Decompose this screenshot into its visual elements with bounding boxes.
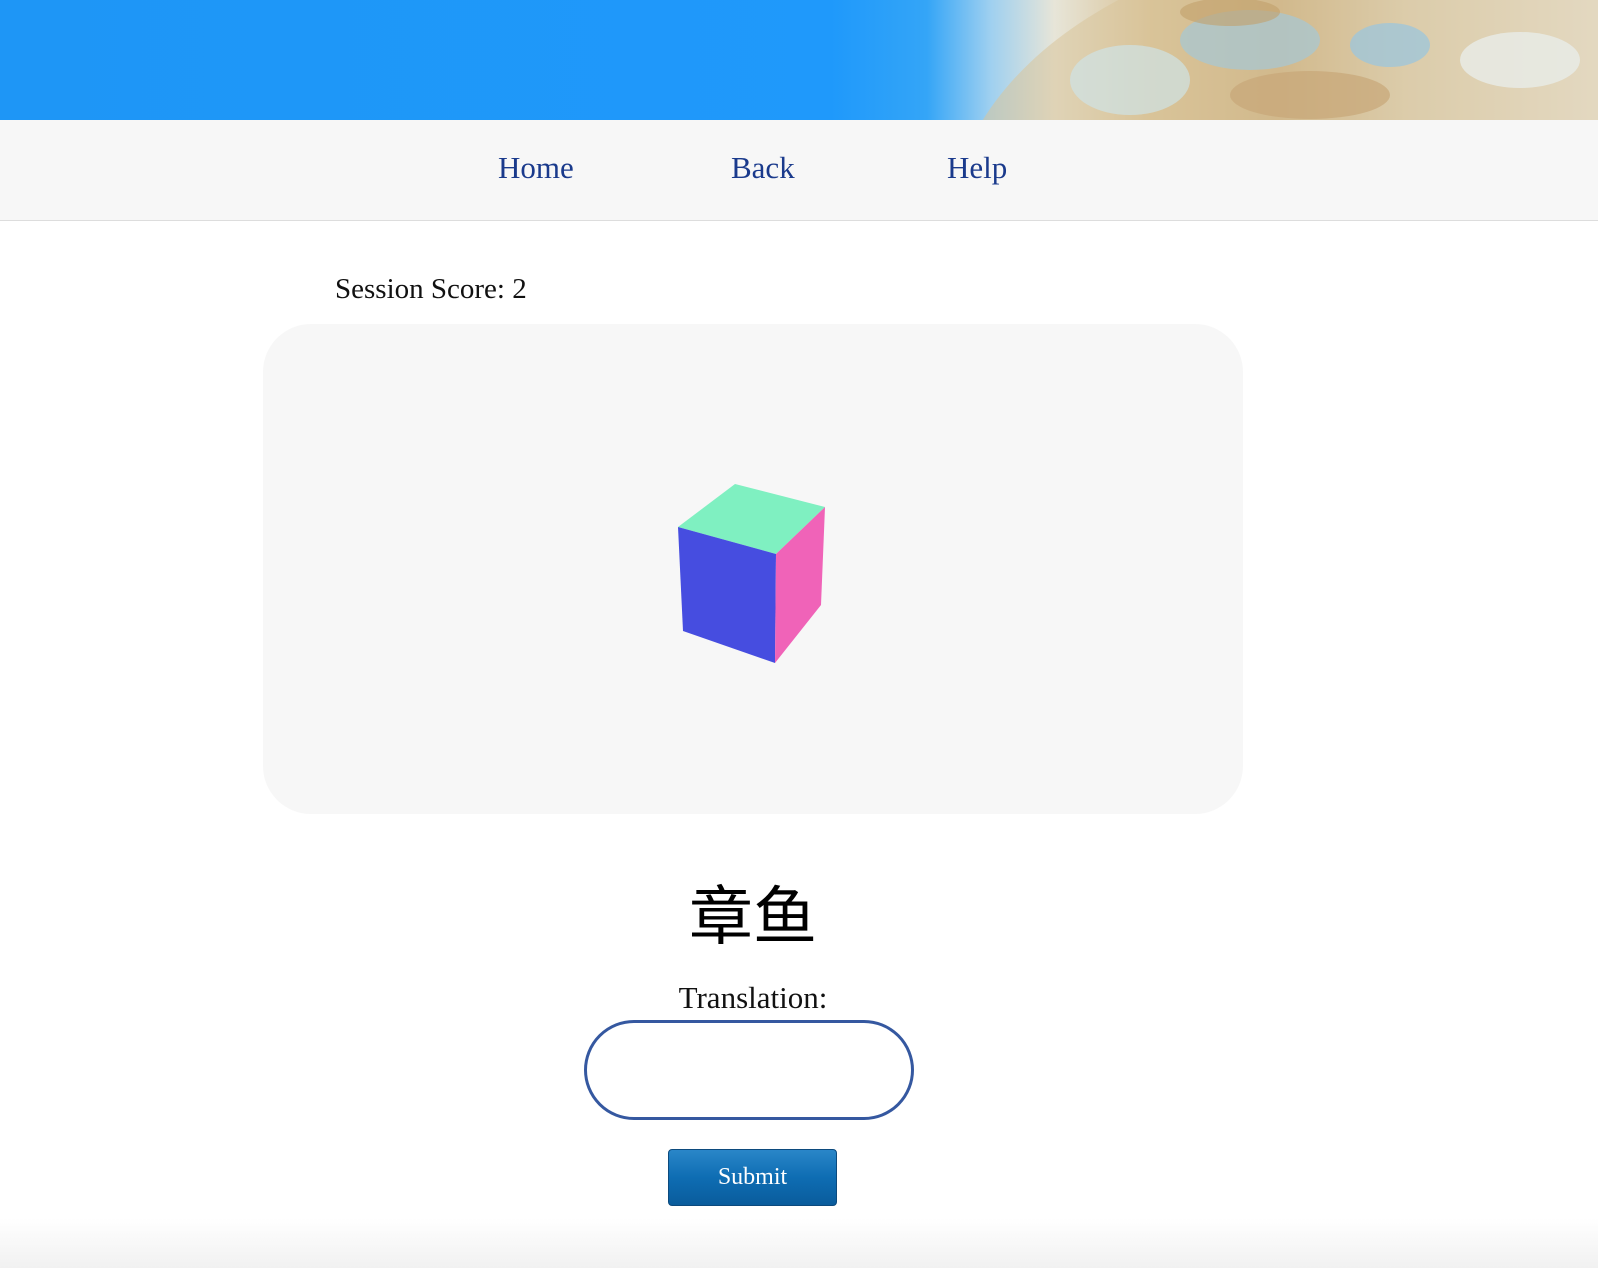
cube-viewer[interactable] <box>263 324 1243 814</box>
globe-image <box>982 0 1598 120</box>
nav-bar: Home Back Help <box>0 120 1598 221</box>
nav-help-link[interactable]: Help <box>947 150 1007 186</box>
footer-shade <box>0 1218 1598 1268</box>
nav-back-link[interactable]: Back <box>731 150 795 186</box>
cube-canvas[interactable] <box>263 324 1243 814</box>
chinese-word: 章鱼 <box>689 881 817 955</box>
translation-label: Translation: <box>678 980 828 1015</box>
nav-home-link[interactable]: Home <box>498 150 574 186</box>
submit-button[interactable]: Submit <box>668 1149 837 1206</box>
translation-input[interactable] <box>584 1020 914 1120</box>
header-banner <box>0 0 1598 120</box>
session-score: Session Score: 2 <box>335 273 527 305</box>
